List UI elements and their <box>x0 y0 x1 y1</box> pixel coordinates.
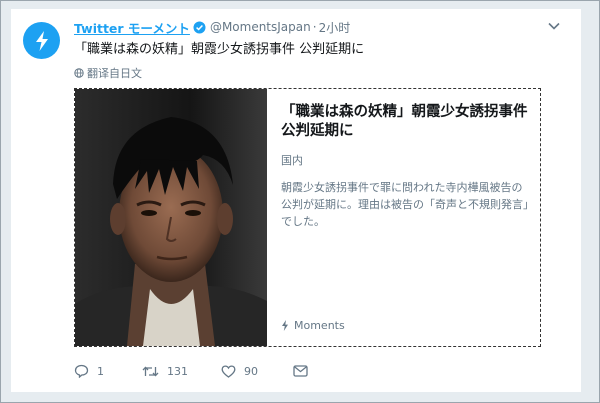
retweet-button[interactable]: 131 <box>142 365 188 378</box>
moments-bolt-icon <box>282 320 288 331</box>
window-frame: Twitter モーメント @MomentsJapan · 2小时 「職業は森の… <box>0 0 600 403</box>
chevron-down-icon[interactable] <box>547 19 561 33</box>
card-photo <box>75 89 267 346</box>
globe-icon <box>74 68 84 78</box>
message-button[interactable] <box>293 365 308 377</box>
card-body: 「職業は森の妖精」朝霞少女誘拐事件 公判延期に 国内 朝霞少女誘拐事件で罪に問わ… <box>281 103 529 230</box>
tweet[interactable]: Twitter モーメント @MomentsJapan · 2小时 「職業は森の… <box>11 9 581 392</box>
avatar[interactable] <box>23 22 60 59</box>
retweet-icon <box>142 365 159 377</box>
tweet-header: Twitter モーメント @MomentsJapan · 2小时 <box>74 18 350 36</box>
tweet-text: 「職業は森の妖精」朝霞少女誘拐事件 公判延期に <box>74 42 365 57</box>
card-category: 国内 <box>281 154 303 167</box>
translate-link[interactable]: 翻译自日文 <box>74 65 142 81</box>
separator: · <box>312 20 317 34</box>
like-button[interactable]: 90 <box>221 365 258 378</box>
translate-label: 翻译自日文 <box>87 67 142 80</box>
card-title[interactable]: 「職業は森の妖精」朝霞少女誘拐事件 公判延期に <box>281 103 529 141</box>
verified-badge-icon <box>193 21 206 34</box>
card-source-label: Moments <box>294 319 345 332</box>
tweet-actions: 1 131 90 <box>74 362 308 380</box>
display-name[interactable]: Twitter モーメント <box>74 18 190 37</box>
message-icon <box>293 365 308 377</box>
reply-button[interactable]: 1 <box>74 364 104 378</box>
moments-bolt-icon <box>35 30 48 51</box>
card-source: Moments <box>281 319 345 332</box>
reply-count: 1 <box>97 364 104 378</box>
handle[interactable]: @MomentsJapan <box>210 20 311 34</box>
like-count: 90 <box>244 364 258 378</box>
retweet-count: 131 <box>167 364 188 378</box>
card-description: 朝霞少女誘拐事件で罪に問われた寺内樺風被告の公判が延期に。理由は被告の「奇声と不… <box>281 181 529 228</box>
like-icon <box>221 364 236 378</box>
reply-icon <box>74 364 89 378</box>
timestamp[interactable]: 2小时 <box>319 19 351 36</box>
moment-card[interactable]: 「職業は森の妖精」朝霞少女誘拐事件 公判延期に 国内 朝霞少女誘拐事件で罪に問わ… <box>74 88 541 347</box>
